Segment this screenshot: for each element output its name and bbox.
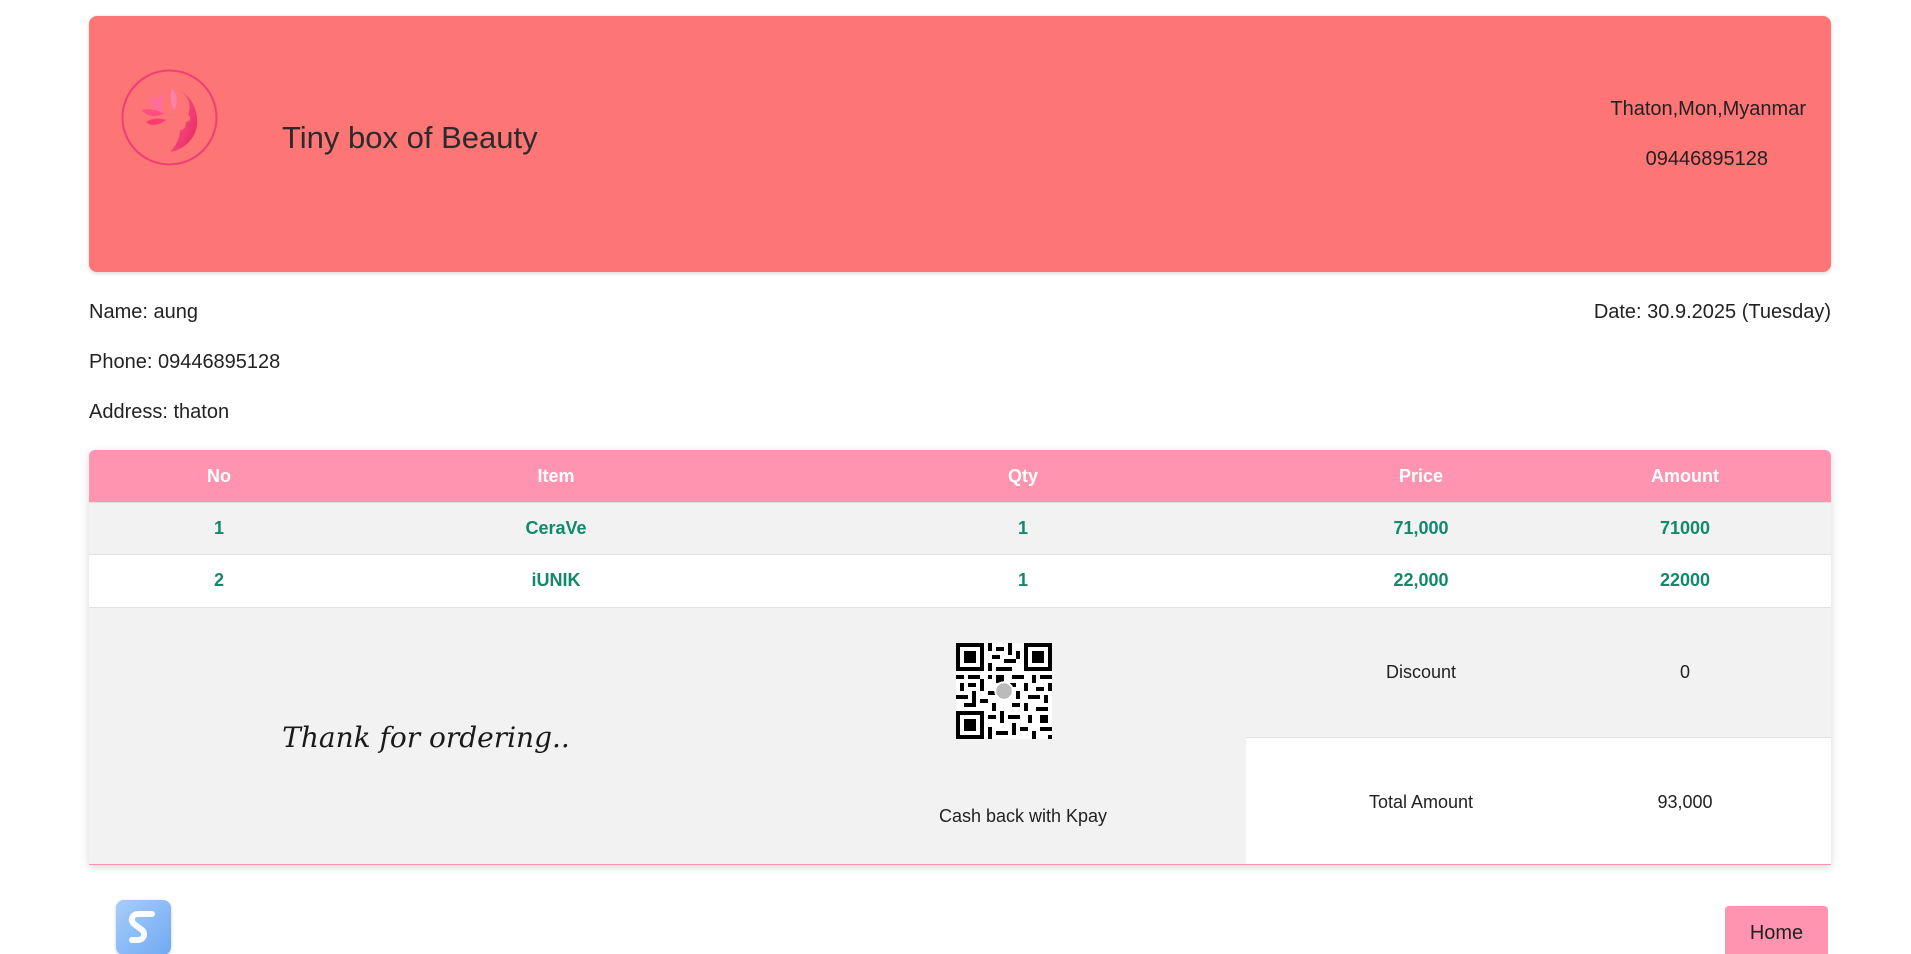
qr-code-icon	[956, 643, 1052, 739]
customer-address: Address: thaton	[89, 401, 230, 423]
row-qty: 1	[1017, 570, 1028, 590]
table-row: 1 CeraVe 1 71,000 71000	[89, 502, 1831, 554]
column-header-amount: Amount	[1651, 466, 1719, 486]
invoice-table: No Item Qty Price Amount 1 CeraVe 1 71,0…	[89, 450, 1831, 865]
row-no: 2	[213, 570, 224, 590]
row-amount: 71000	[1659, 518, 1711, 538]
total-amount-value: 93,000	[1657, 792, 1713, 812]
row-no: 1	[213, 518, 224, 538]
total-amount-box: Total Amount 93,000	[1246, 737, 1831, 864]
customer-phone: Phone: 09446895128	[89, 351, 281, 373]
thanks-message: Thank for ordering..	[282, 720, 570, 754]
row-qty: 1	[1017, 518, 1028, 538]
kpay-cashback-note: Cash back with Kpay	[938, 806, 1108, 826]
column-header-item: Item	[537, 466, 575, 486]
row-item: iUNIK	[531, 570, 581, 590]
column-header-no: No	[207, 466, 231, 486]
app-logo-icon[interactable]	[116, 900, 171, 954]
woman-face-logo-icon	[120, 68, 219, 167]
table-row: 2 iUNIK 1 22,000 22000	[89, 554, 1831, 606]
shop-phone: 09446895128	[1645, 148, 1768, 170]
row-item: CeraVe	[525, 518, 587, 538]
shop-address: Thaton,Mon,Myanmar	[1610, 98, 1806, 120]
row-amount: 22000	[1659, 570, 1711, 590]
table-header: No Item Qty Price Amount	[89, 450, 1831, 502]
invoice-summary: Thank for ordering.. Cash back with Kpay…	[89, 607, 1831, 864]
home-button[interactable]: Home	[1725, 906, 1828, 954]
customer-name: Name: aung	[89, 301, 198, 323]
column-header-qty: Qty	[1007, 466, 1038, 486]
shop-header: Tiny box of Beauty Thaton,Mon,Myanmar 09…	[89, 16, 1831, 272]
shop-name: Tiny box of Beauty	[282, 120, 538, 155]
order-date: Date: 30.9.2025 (Tuesday)	[1593, 301, 1831, 323]
discount-value: 0	[1679, 662, 1690, 682]
